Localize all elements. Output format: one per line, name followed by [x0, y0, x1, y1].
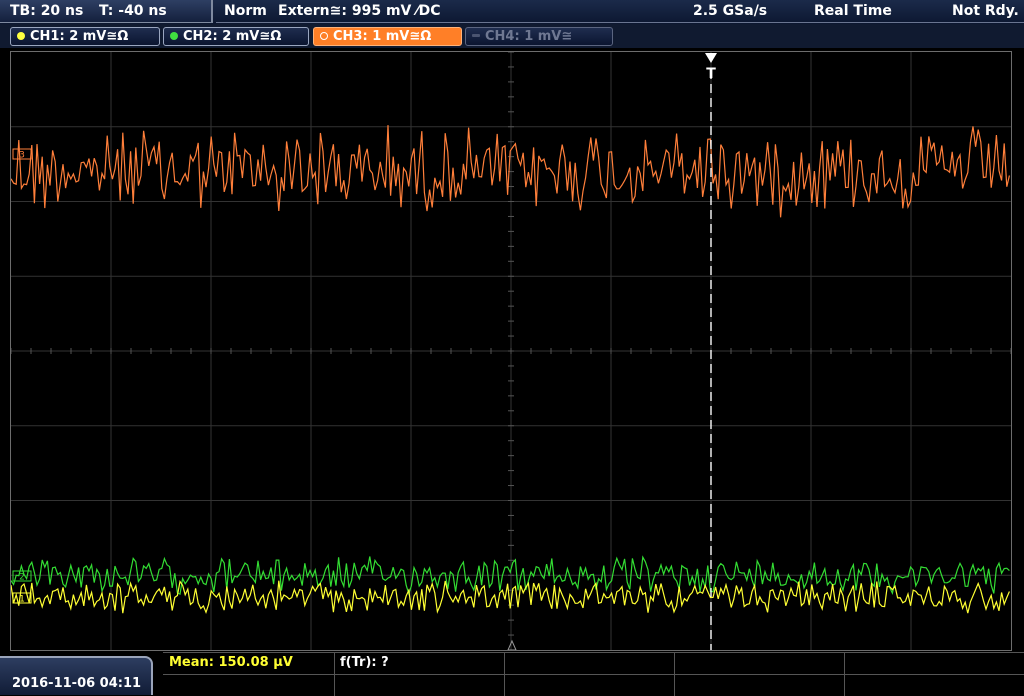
- trigger-mode: Norm: [224, 3, 267, 19]
- timebase-value: TB: 20 ns: [10, 3, 84, 19]
- waveform-display[interactable]: 3 2 1: [10, 51, 1012, 651]
- channel-1-label: CH1: 2 mV≅Ω: [30, 29, 129, 44]
- channel-2-label: CH2: 2 mV≅Ω: [183, 29, 282, 44]
- channel-3-trace: [11, 125, 1010, 218]
- sample-rate: 2.5 GSa/s: [693, 3, 768, 19]
- trigger-time-value: T: -40 ns: [99, 3, 167, 19]
- channel-2-dot-icon: [170, 32, 178, 40]
- channel-1-marker-label: 1: [19, 595, 25, 605]
- waveforms: 3 2 1: [11, 70, 1010, 650]
- channel-1-trace: [11, 579, 1010, 615]
- measurement-table[interactable]: Mean: 150.08 µV f(Tr): ?: [163, 652, 1024, 696]
- run-status: Not Rdy.: [952, 3, 1019, 19]
- channel-4-button[interactable]: CH4: 1 mV≅: [465, 27, 613, 46]
- channel-3-marker[interactable]: 3: [12, 148, 32, 161]
- measurement-cell-empty[interactable]: [675, 653, 845, 674]
- measurement-cell-empty[interactable]: [335, 674, 505, 696]
- channel-3-button[interactable]: CH3: 1 mV≅Ω: [313, 27, 462, 46]
- measurement-cell-freq[interactable]: f(Tr): ?: [335, 653, 505, 674]
- channel-3-label: CH3: 1 mV≅Ω: [333, 29, 432, 44]
- measurement-cell-mean[interactable]: Mean: 150.08 µV: [163, 653, 335, 674]
- channel-3-marker-label: 3: [19, 151, 25, 161]
- measurement-cell-empty[interactable]: [845, 674, 1024, 696]
- channel-1-button[interactable]: CH1: 2 mV≅Ω: [10, 27, 160, 46]
- measurement-cell-empty[interactable]: [505, 653, 675, 674]
- timebase-panel[interactable]: TB: 20 ns T: -40 ns: [0, 0, 213, 23]
- horizontal-reference-icon: [507, 639, 517, 650]
- measurement-cell-empty[interactable]: [505, 674, 675, 696]
- channel-1-dot-icon: [17, 32, 25, 40]
- trigger-panel[interactable]: Norm Extern≅: 995 mV ⁄DC 2.5 GSa/s Real …: [216, 0, 1024, 23]
- footer-bar: 2016-11-06 04:11 Mean: 150.08 µV f(Tr): …: [0, 652, 1024, 696]
- measurement-mean: Mean: 150.08 µV: [169, 655, 293, 670]
- measurement-freq: f(Tr): ?: [340, 655, 389, 670]
- datetime: 2016-11-06 04:11: [12, 676, 142, 691]
- acquisition-mode: Real Time: [814, 3, 892, 19]
- measurement-cell-empty[interactable]: [163, 674, 335, 696]
- measurement-cell-empty[interactable]: [845, 653, 1024, 674]
- measurement-cell-empty[interactable]: [675, 674, 845, 696]
- channel-4-label: CH4: 1 mV≅: [485, 29, 573, 44]
- channel-3-dot-icon: [320, 32, 328, 40]
- trigger-marker-label: T: [706, 66, 716, 82]
- trigger-marker-icon[interactable]: T: [703, 52, 719, 82]
- channel-4-dot-icon: [472, 34, 480, 37]
- channel-bar: CH1: 2 mV≅Ω CH2: 2 mV≅Ω CH3: 1 mV≅Ω CH4:…: [0, 24, 1024, 48]
- channel-2-marker-label: 2: [19, 573, 25, 583]
- channel-2-trace: [11, 555, 1010, 596]
- trigger-source: Extern≅: 995 mV ⁄DC: [278, 3, 441, 19]
- status-bar: TB: 20 ns T: -40 ns Norm Extern≅: 995 mV…: [0, 0, 1024, 24]
- channel-2-button[interactable]: CH2: 2 mV≅Ω: [163, 27, 309, 46]
- datetime-panel: 2016-11-06 04:11: [0, 656, 153, 695]
